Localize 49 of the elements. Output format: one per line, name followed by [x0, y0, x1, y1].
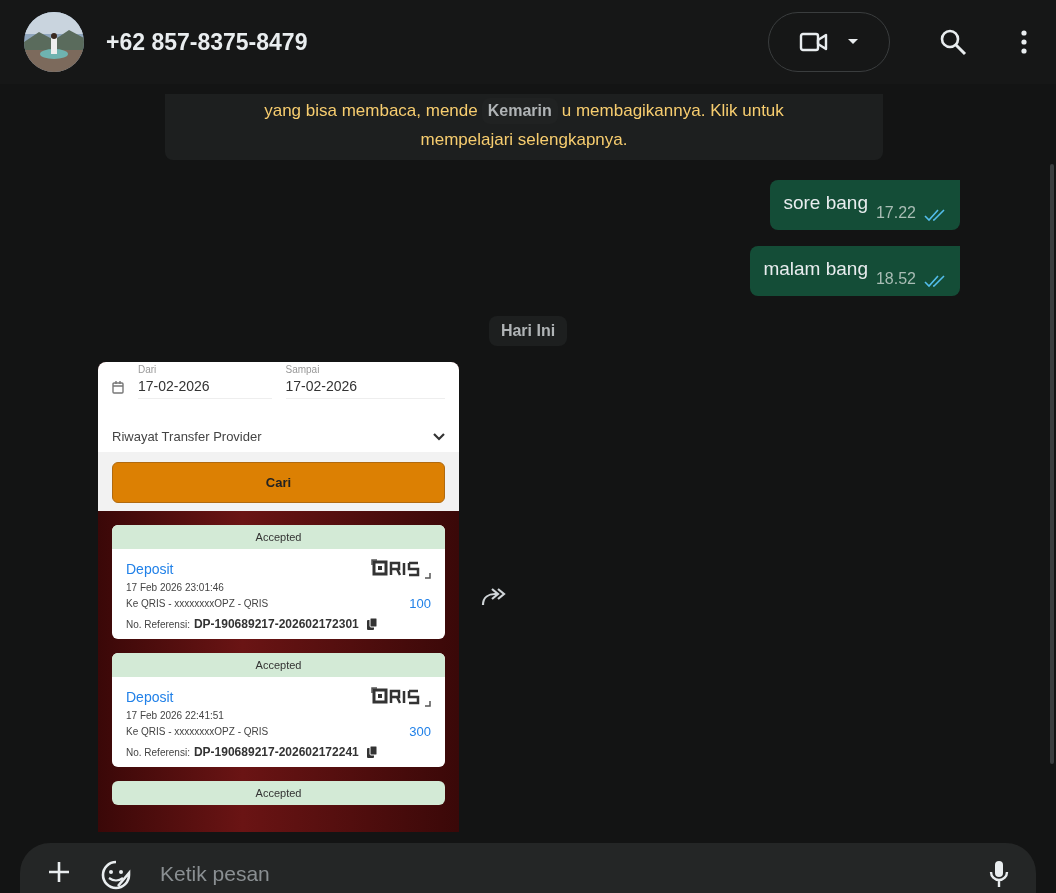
transaction-datetime: 17 Feb 2026 23:01:46 [126, 582, 225, 593]
status-bar: Accepted [112, 525, 445, 549]
message-time: 17.22 [875, 204, 916, 222]
transaction-amount: 100 [409, 596, 431, 611]
microphone-icon[interactable] [988, 859, 1010, 889]
reference-label: No. Referensi: [126, 746, 190, 758]
screenshot-image[interactable] [98, 362, 459, 832]
sticker-icon[interactable] [100, 859, 132, 891]
search-button: Cari [112, 462, 445, 503]
dropdown-label: Riwayat Transfer Provider [112, 429, 262, 444]
video-camera-icon [799, 31, 829, 53]
message-field[interactable]: Ketik pesan [20, 843, 1036, 893]
status-bar: Accepted [112, 653, 445, 677]
scrollbar[interactable] [1050, 164, 1054, 764]
transaction-datetime: 17 Feb 2026 22:41:51 [126, 710, 225, 721]
message-text: sore bang [783, 192, 868, 214]
qr-logo-icon [371, 687, 431, 707]
reference-label: No. Referensi: [126, 618, 190, 630]
copy-icon [366, 746, 378, 758]
reference-number: DP-190689217-202602172301 [193, 617, 359, 631]
field-label: Sampai [285, 364, 321, 375]
message-text: malam bang [763, 258, 868, 280]
calendar-icon [112, 380, 124, 394]
forward-icon[interactable] [481, 587, 507, 607]
transaction-type: Deposit [126, 561, 174, 577]
contact-name: +62 857-8375-8479 [106, 28, 308, 56]
plus-icon[interactable] [46, 859, 72, 885]
message-time: 18.52 [875, 270, 916, 288]
encryption-notice[interactable]: yang bisa membaca, mende Kemarin u membagikannya. Klik untuk mempelajari selengkapnya. [165, 94, 883, 160]
message-input[interactable]: Ketik pesan [160, 859, 960, 889]
date-field: 17-02-2026 [138, 375, 272, 399]
copy-icon [366, 618, 378, 630]
field-label: Dari [138, 364, 158, 375]
reference-number: DP-190689217-202602172241 [193, 745, 359, 759]
menu-icon[interactable] [1020, 29, 1028, 55]
transaction-destination: Ke QRIS - xxxxxxxxOPZ - QRIS [126, 726, 269, 737]
date-field: 17-02-2026 [285, 375, 445, 399]
date-chip: Hari Ini [488, 316, 568, 346]
caret-icon [847, 38, 859, 46]
search-icon[interactable] [938, 27, 968, 57]
notice-text: mempelajari selengkapnya. [420, 130, 628, 150]
transaction-amount: 300 [409, 724, 431, 739]
transaction-destination: Ke QRIS - xxxxxxxxOPZ - QRIS [126, 598, 269, 609]
transaction-type: Deposit [126, 689, 174, 705]
status-bar: Accepted [112, 781, 445, 805]
notice-text: u membagikannya. Klik untuk [561, 101, 784, 121]
qr-logo-icon [371, 559, 431, 579]
notice-text: yang bisa membaca, mende [264, 101, 478, 121]
chevron-icon [433, 432, 445, 441]
